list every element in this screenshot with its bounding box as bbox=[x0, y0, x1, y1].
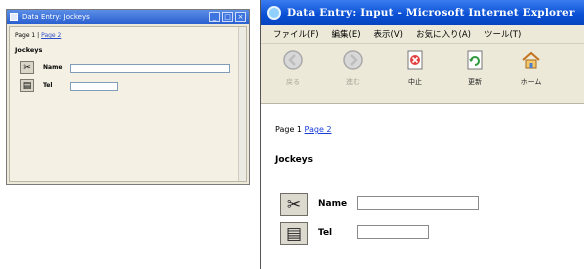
name-label: Name bbox=[318, 199, 348, 209]
menu-file[interactable]: ファイル(F) bbox=[273, 28, 319, 40]
form-icon[interactable]: ▤ bbox=[280, 222, 308, 245]
current-page-label: Page 1 bbox=[275, 125, 302, 134]
browser-window: Data Entry: Input - Microsoft Internet E… bbox=[260, 0, 584, 269]
standard-toolbar: 戻る 進む 中止 更新 ホーム bbox=[261, 44, 584, 104]
name-input[interactable] bbox=[70, 64, 230, 73]
menu-bar: ファイル(F) 編集(E) 表示(V) お気に入り(A) ツール(T) bbox=[261, 25, 584, 44]
close-button[interactable]: × bbox=[235, 12, 246, 22]
menu-edit[interactable]: 編集(E) bbox=[332, 28, 361, 40]
scissors-icon[interactable]: ✂ bbox=[20, 61, 34, 74]
refresh-icon bbox=[467, 50, 483, 70]
forward-button[interactable]: 進む bbox=[333, 49, 373, 87]
vertical-scrollbar[interactable] bbox=[238, 27, 246, 181]
name-input[interactable] bbox=[357, 196, 479, 210]
small-window-client: Page 1 | Page 2 Jockeys ✂ Name ▤ Tel bbox=[9, 26, 247, 182]
tel-label: Tel bbox=[318, 228, 333, 238]
scissors-icon[interactable]: ✂ bbox=[280, 193, 308, 216]
next-page-link[interactable]: Page 2 bbox=[305, 125, 332, 134]
refresh-button[interactable]: 更新 bbox=[455, 49, 495, 87]
page-nav: Page 1 Page 2 bbox=[275, 125, 332, 134]
home-label: ホーム bbox=[520, 78, 542, 86]
forward-icon bbox=[343, 50, 363, 70]
small-window-title: Data Entry: Jockeys bbox=[22, 13, 90, 21]
home-button[interactable]: ホーム bbox=[511, 49, 551, 87]
ie-logo-icon bbox=[267, 5, 281, 20]
menu-favorites[interactable]: お気に入り(A) bbox=[416, 28, 471, 40]
tel-input[interactable] bbox=[357, 225, 429, 239]
current-page-label: Page 1 bbox=[15, 32, 36, 39]
section-heading: Jockeys bbox=[275, 155, 313, 165]
name-label: Name bbox=[43, 64, 63, 71]
back-button[interactable]: 戻る bbox=[273, 49, 313, 87]
stop-button[interactable]: 中止 bbox=[395, 49, 435, 87]
back-label: 戻る bbox=[286, 78, 300, 86]
minimize-button[interactable]: _ bbox=[209, 12, 220, 22]
menu-tools[interactable]: ツール(T) bbox=[484, 28, 521, 40]
home-icon bbox=[522, 51, 540, 69]
menu-view[interactable]: 表示(V) bbox=[374, 28, 403, 40]
next-page-link[interactable]: Page 2 bbox=[41, 32, 61, 39]
section-heading: Jockeys bbox=[15, 46, 43, 54]
refresh-label: 更新 bbox=[468, 78, 482, 86]
small-window: Data Entry: Jockeys _ □ × Page 1 | Page … bbox=[6, 9, 250, 185]
page-content: Page 1 Page 2 Jockeys ✂ Name ▤ Tel bbox=[261, 105, 584, 269]
stop-label: 中止 bbox=[408, 78, 422, 86]
browser-titlebar[interactable]: Data Entry: Input - Microsoft Internet E… bbox=[261, 0, 584, 25]
tel-label: Tel bbox=[43, 82, 53, 89]
small-window-titlebar[interactable]: Data Entry: Jockeys _ □ × bbox=[7, 10, 249, 24]
tel-input[interactable] bbox=[70, 82, 118, 91]
browser-title: Data Entry: Input - Microsoft Internet E… bbox=[287, 6, 575, 19]
stop-icon bbox=[407, 50, 423, 70]
forward-label: 進む bbox=[346, 78, 360, 86]
window-icon bbox=[10, 13, 18, 21]
form-icon[interactable]: ▤ bbox=[20, 79, 34, 92]
back-icon bbox=[283, 50, 303, 70]
maximize-button[interactable]: □ bbox=[222, 12, 233, 22]
page-nav: Page 1 | Page 2 bbox=[15, 32, 61, 39]
